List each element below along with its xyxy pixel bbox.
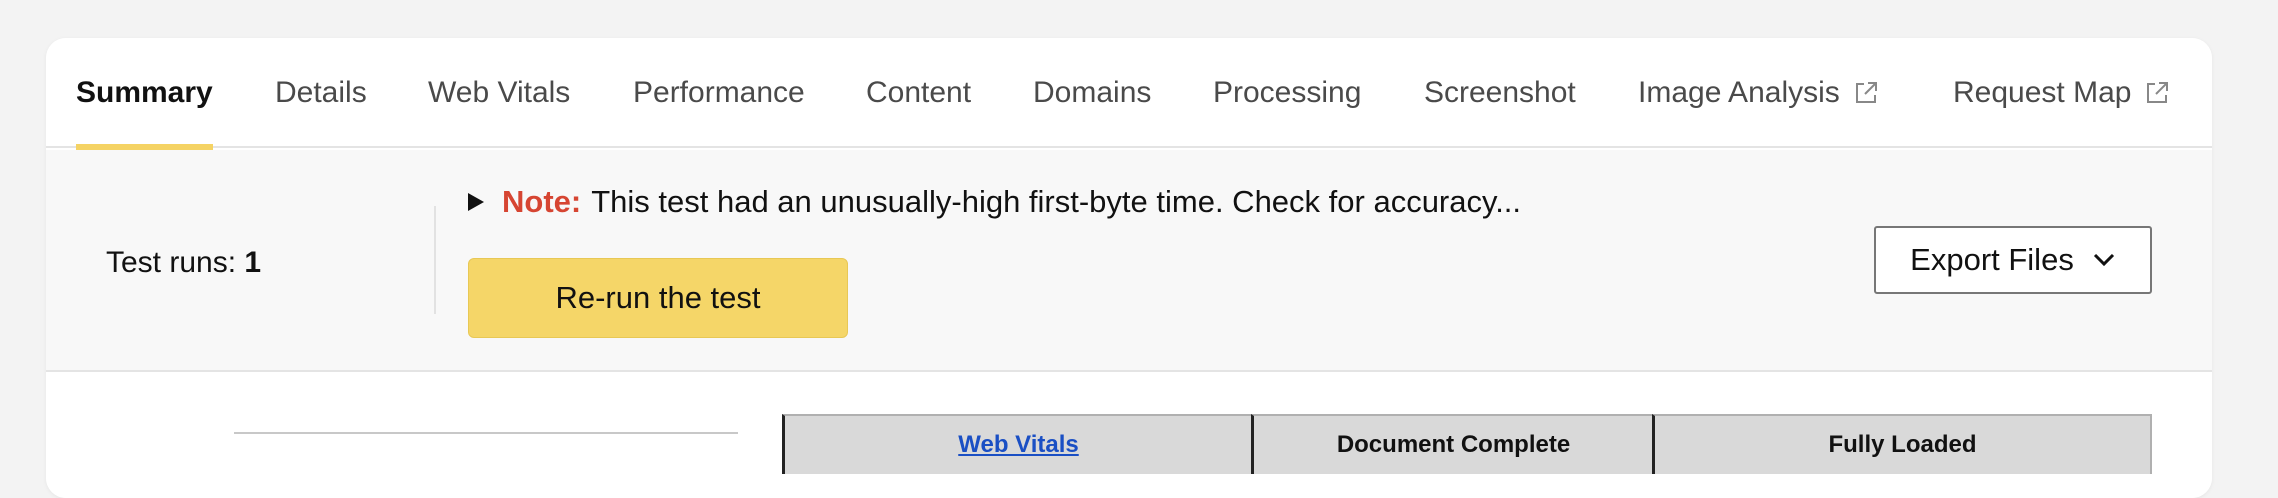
tab-performance[interactable]: Performance bbox=[633, 38, 805, 148]
tab-web-vitals[interactable]: Web Vitals bbox=[428, 38, 570, 148]
tab-request-map[interactable]: Request Map bbox=[1953, 38, 2171, 148]
tab-label: Content bbox=[866, 76, 972, 109]
test-info-bar: Test runs: 1 Note: This test had an unus… bbox=[46, 150, 2212, 372]
table-header-rule bbox=[234, 432, 738, 434]
tab-content[interactable]: Content bbox=[866, 38, 971, 148]
tab-image-analysis[interactable]: Image Analysis bbox=[1638, 38, 1880, 148]
chevron-down-icon bbox=[2092, 252, 2116, 268]
note-disclosure[interactable]: Note: This test had an unusually-high fi… bbox=[468, 184, 1521, 220]
table-header-document-complete: Document Complete bbox=[1251, 414, 1653, 474]
tab-summary[interactable]: Summary bbox=[76, 38, 213, 150]
tab-screenshot[interactable]: Screenshot bbox=[1424, 38, 1576, 148]
table-header-fully-loaded: Fully Loaded bbox=[1652, 414, 2152, 474]
export-files-label: Export Files bbox=[1910, 242, 2074, 277]
test-runs-value: 1 bbox=[244, 246, 262, 279]
test-runs-count: Test runs: 1 bbox=[106, 246, 261, 280]
external-link-icon bbox=[2143, 79, 2171, 107]
tab-label: Details bbox=[275, 76, 367, 109]
tab-bar: Summary Details Web Vitals Performance C… bbox=[46, 38, 2212, 150]
export-files-button[interactable]: Export Files bbox=[1874, 226, 2152, 294]
rerun-test-button[interactable]: Re-run the test bbox=[468, 258, 848, 338]
external-link-icon bbox=[1852, 79, 1880, 107]
note-text: This test had an unusually-high first-by… bbox=[591, 184, 1522, 219]
web-vitals-link[interactable]: Web Vitals bbox=[958, 431, 1079, 459]
tab-label: Image Analysis bbox=[1638, 76, 1840, 109]
tab-label: Request Map bbox=[1953, 76, 2132, 109]
disclosure-triangle-icon bbox=[468, 193, 484, 211]
tab-domains[interactable]: Domains bbox=[1033, 38, 1151, 148]
tab-label: Performance bbox=[633, 76, 805, 109]
tab-label: Screenshot bbox=[1424, 76, 1576, 109]
tab-label: Processing bbox=[1213, 76, 1362, 109]
tab-label: Web Vitals bbox=[428, 76, 571, 109]
test-runs-label: Test runs: bbox=[106, 246, 237, 279]
tab-label: Domains bbox=[1033, 76, 1152, 109]
note-label: Note: bbox=[502, 184, 582, 219]
tab-details[interactable]: Details bbox=[275, 38, 367, 148]
tab-processing[interactable]: Processing bbox=[1213, 38, 1361, 148]
tab-label: Summary bbox=[76, 76, 213, 109]
table-header-web-vitals: Web Vitals bbox=[782, 414, 1252, 474]
vertical-divider bbox=[434, 206, 436, 314]
